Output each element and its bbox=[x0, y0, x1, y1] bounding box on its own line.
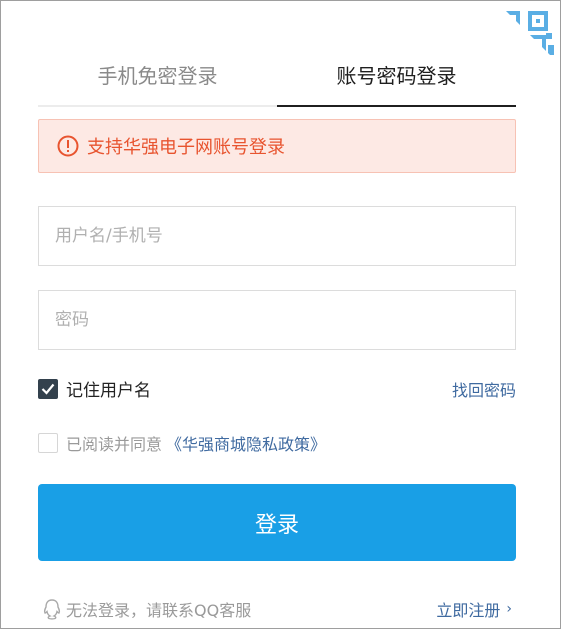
qq-icon bbox=[42, 598, 62, 620]
password-input[interactable] bbox=[39, 291, 515, 349]
username-field bbox=[38, 206, 516, 266]
privacy-agreement: 已阅读并同意 《华强商城隐私政策》 bbox=[38, 431, 326, 455]
remember-checkbox[interactable] bbox=[38, 378, 58, 399]
exclamation-circle-icon bbox=[57, 135, 79, 157]
check-icon bbox=[41, 383, 55, 395]
remember-username: 记住用户名 bbox=[38, 376, 151, 401]
password-field bbox=[38, 290, 516, 350]
remember-label[interactable]: 记住用户名 bbox=[66, 376, 151, 401]
login-button[interactable]: 登录 bbox=[38, 484, 516, 561]
register-link[interactable]: 立即注册 › bbox=[436, 597, 512, 621]
privacy-policy-link[interactable]: 《华强商城隐私政策》 bbox=[166, 431, 326, 455]
tab-password-login[interactable]: 账号密码登录 bbox=[277, 53, 516, 107]
tab-sms-login[interactable]: 手机免密登录 bbox=[38, 53, 277, 105]
chevron-right-icon: › bbox=[506, 601, 512, 617]
login-panel: 手机免密登录 账号密码登录 支持华强电子网账号登录 记住用户名 找回密码 已阅读… bbox=[0, 0, 561, 629]
agree-checkbox[interactable] bbox=[38, 433, 58, 453]
username-input[interactable] bbox=[39, 207, 515, 265]
alert-text: 支持华强电子网账号登录 bbox=[87, 137, 285, 158]
qq-support-text: 无法登录，请联系QQ客服 bbox=[66, 601, 252, 620]
login-tabs: 手机免密登录 账号密码登录 bbox=[38, 53, 516, 107]
register-label: 立即注册 bbox=[436, 601, 501, 620]
qq-support[interactable]: 无法登录，请联系QQ客服 bbox=[42, 597, 251, 621]
agree-label: 已阅读并同意 bbox=[66, 435, 163, 454]
info-alert: 支持华强电子网账号登录 bbox=[38, 119, 516, 173]
forgot-password-link[interactable]: 找回密码 bbox=[452, 377, 516, 401]
